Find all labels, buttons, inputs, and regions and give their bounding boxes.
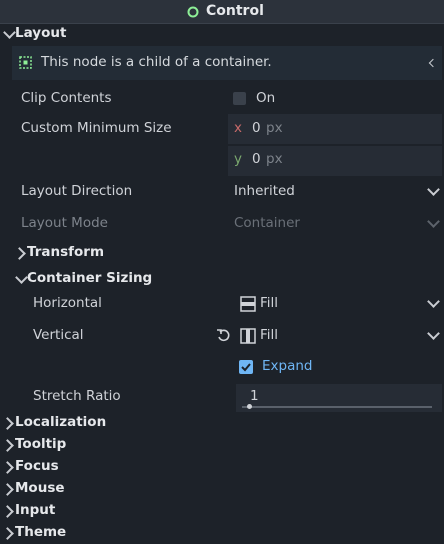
chevron-right-icon xyxy=(1,505,14,518)
axis-y-label: y xyxy=(234,151,242,167)
layout-mode-dropdown: Container xyxy=(228,210,442,238)
section-label: Input xyxy=(15,502,56,518)
checkbox-checked[interactable] xyxy=(239,360,253,374)
stretch-ratio-slider[interactable]: 1 xyxy=(236,384,442,412)
inspector-header: Control xyxy=(0,0,444,24)
fill-horizontal-icon xyxy=(240,296,256,312)
fill-vertical-icon xyxy=(240,328,256,344)
dropdown-value: Fill xyxy=(260,327,279,343)
dropdown-value: Container xyxy=(234,215,300,231)
horizontal-label: Horizontal xyxy=(33,295,102,311)
chevron-down-icon xyxy=(427,215,440,228)
custom-min-size-label: Custom Minimum Size xyxy=(21,120,172,136)
container-info-banner: This node is a child of a container. xyxy=(12,46,442,80)
stretch-ratio-label: Stretch Ratio xyxy=(33,388,121,404)
layout-direction-label: Layout Direction xyxy=(21,183,133,199)
vertical-sizing-dropdown[interactable]: Fill xyxy=(236,322,442,350)
min-size-x-field[interactable]: x 0 px xyxy=(228,114,442,144)
layout-mode-label: Layout Mode xyxy=(21,215,108,231)
section-header-layout[interactable]: Layout xyxy=(0,24,444,44)
section-header-mouse[interactable]: Mouse xyxy=(0,478,444,500)
checkbox-label: Expand xyxy=(262,358,313,374)
section-label: Mouse xyxy=(15,480,65,496)
checkbox-label: On xyxy=(256,90,276,106)
vertical-label: Vertical xyxy=(33,327,84,343)
chevron-right-icon xyxy=(1,417,14,430)
dropdown-value: Fill xyxy=(260,295,279,311)
chevron-right-icon xyxy=(1,527,14,540)
slider-value: 1 xyxy=(250,388,259,404)
chevron-right-icon xyxy=(1,439,14,452)
chevron-right-icon xyxy=(1,483,14,496)
chevron-right-icon xyxy=(13,247,26,260)
expand-checkbox[interactable]: Expand xyxy=(236,354,442,380)
section-header-localization[interactable]: Localization xyxy=(0,412,444,434)
chevron-right-icon xyxy=(1,461,14,474)
dropdown-value: Inherited xyxy=(234,183,295,199)
subsection-label: Transform xyxy=(27,244,105,260)
layout-direction-dropdown[interactable]: Inherited xyxy=(228,178,442,206)
section-label: Tooltip xyxy=(15,436,67,452)
x-value: 0 xyxy=(252,120,261,136)
slider-handle[interactable] xyxy=(247,404,252,409)
chevron-down-icon xyxy=(427,327,440,340)
chevron-down-icon xyxy=(15,271,28,284)
section-label: Theme xyxy=(15,524,67,540)
section-label: Focus xyxy=(15,458,59,474)
subsection-container-sizing[interactable]: Container Sizing xyxy=(12,268,442,290)
clip-contents-label: Clip Contents xyxy=(21,90,112,106)
container-node-icon xyxy=(19,56,32,69)
y-value: 0 xyxy=(252,151,261,167)
subsection-transform[interactable]: Transform xyxy=(12,242,442,264)
revert-icon[interactable] xyxy=(216,328,231,343)
info-text: This node is a child of a container. xyxy=(41,54,272,70)
checkbox-box[interactable] xyxy=(233,92,246,105)
checkmark-icon xyxy=(241,363,251,372)
section-header-input[interactable]: Input xyxy=(0,500,444,522)
min-size-y-field[interactable]: y 0 px xyxy=(228,146,442,176)
chevron-down-icon xyxy=(427,295,440,308)
section-label: Localization xyxy=(15,414,107,430)
chevron-down-icon xyxy=(427,183,440,196)
slider-track xyxy=(242,406,432,408)
node-title: Control xyxy=(206,3,264,19)
clip-contents-checkbox[interactable]: On xyxy=(228,86,442,112)
section-label: Layout xyxy=(15,25,67,41)
y-unit: px xyxy=(266,151,283,167)
horizontal-sizing-dropdown[interactable]: Fill xyxy=(236,290,442,318)
chevron-down-icon xyxy=(3,26,16,39)
section-header-focus[interactable]: Focus xyxy=(0,456,444,478)
circle-outline-icon xyxy=(187,6,199,18)
chevron-left-icon[interactable] xyxy=(428,58,438,68)
section-header-tooltip[interactable]: Tooltip xyxy=(0,434,444,456)
axis-x-label: x xyxy=(234,120,242,136)
subsection-label: Container Sizing xyxy=(27,270,153,286)
x-unit: px xyxy=(266,120,283,136)
